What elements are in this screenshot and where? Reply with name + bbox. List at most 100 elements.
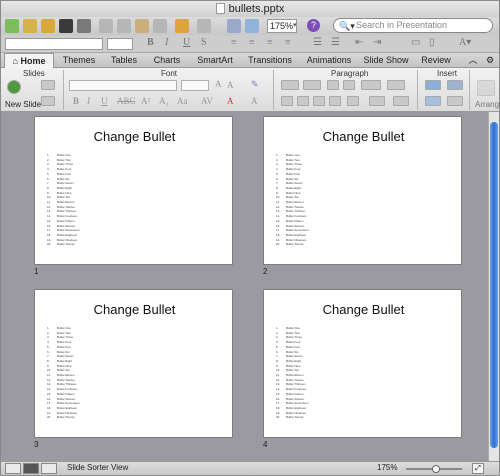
ribbon-increase-indent-icon[interactable] [343,80,355,90]
slide-title: Change Bullet [93,129,176,144]
slide-thumbnail-3[interactable]: Change Bullet 1. Bullet One 2. Bullet Two 3.… [34,289,233,438]
bullet-text: Bullet Twenty [57,242,75,247]
tab-review[interactable]: Review [414,53,458,68]
numbering-icon[interactable]: ☰ [331,37,340,48]
help-icon[interactable]: ? [307,19,320,32]
slide-show-view-button[interactable] [41,463,57,474]
zoom-dropdown-icon[interactable]: ▾ [293,19,301,33]
paste-icon[interactable] [135,19,149,33]
slide-thumbnail-1[interactable]: Change Bullet 1. Bullet One 2. Bullet Two 3.… [34,116,233,265]
ribbon-bullets-icon[interactable] [281,80,299,90]
open-folder-icon[interactable] [41,19,55,33]
font-name-field[interactable] [5,38,103,50]
line-spacing-icon[interactable] [347,96,359,106]
insert-shape-icon[interactable] [425,96,441,106]
character-spacing-icon[interactable]: AV [201,96,213,106]
copy-icon[interactable] [117,19,131,33]
align-left-icon[interactable]: ≡ [231,37,237,48]
italic-icon[interactable]: I [165,37,168,48]
ribbon-bold-icon[interactable]: B [73,96,79,106]
new-presentation-icon[interactable] [5,19,19,33]
ribbon-underline-icon[interactable]: U [101,96,108,106]
strikethrough-icon[interactable]: ABC [117,96,136,106]
insert-text-box-icon[interactable] [425,80,441,90]
slide-thumbnail-4[interactable]: Change Bullet 1. Bullet One 2. Bullet Two 3.… [263,289,462,438]
decrease-indent-icon[interactable]: ⇤ [355,37,363,48]
align-text-icon[interactable] [369,96,385,106]
save-icon[interactable] [59,19,73,33]
layout-icon[interactable] [41,80,55,90]
tab-home[interactable]: ⌂ Home [4,53,54,68]
ribbon-justify-icon[interactable] [329,96,341,106]
underline-icon[interactable]: U [183,37,190,48]
bullet-text: Bullet Twenty [57,415,75,420]
increase-indent-icon[interactable]: ⇥ [373,37,381,48]
superscript-icon[interactable]: A² [141,96,150,106]
normal-view-button[interactable] [5,463,21,474]
collapse-ribbon-icon[interactable]: ︿ [467,53,479,68]
ribbon-decrease-indent-icon[interactable] [327,80,339,90]
ribbon-italic-icon[interactable]: I [87,96,90,106]
search-field[interactable]: 🔍▾ Search in Presentation [333,18,493,33]
fit-to-window-button[interactable]: ⤢ [472,463,484,474]
text-box-icon[interactable]: ▭ [411,37,420,48]
insert-picture-icon[interactable] [447,80,463,90]
ribbon-font-color-icon[interactable]: A [227,96,234,106]
arrange-icon[interactable] [477,80,495,96]
tab-tables[interactable]: Tables [104,53,144,68]
redo-icon[interactable] [197,19,211,33]
bold-icon[interactable]: B [147,37,154,48]
section-icon[interactable] [41,96,55,106]
slide-thumbnail-2[interactable]: Change Bullet 1. Bullet One 2. Bullet Two 3.… [263,116,462,265]
font-color-icon[interactable]: A▾ [459,37,471,48]
slide-sorter-view-button[interactable] [23,463,39,474]
justify-icon[interactable]: ≡ [285,37,291,48]
ribbon-align-left-icon[interactable] [281,96,293,106]
zoom-slider-knob[interactable] [432,465,440,473]
text-direction-icon[interactable] [361,80,381,90]
columns-icon[interactable] [387,80,405,90]
arrange-label[interactable]: Arrang [475,100,499,109]
ribbon-numbering-icon[interactable] [303,80,321,90]
text-effects-icon[interactable]: A [251,96,258,106]
ribbon-font-size-field[interactable] [181,80,209,91]
cut-icon[interactable] [99,19,113,33]
convert-smartart-icon[interactable] [393,96,409,106]
grow-font-icon[interactable]: A [215,79,222,89]
highlight-icon[interactable]: ▯ [429,37,435,48]
bullet-text: Bullet Nine [57,190,72,195]
tab-slide-show[interactable]: Slide Show [361,53,411,68]
font-size-field[interactable] [107,38,133,50]
insert-media-icon[interactable] [447,96,463,106]
toolbox-icon[interactable] [245,19,259,33]
bullet-text: Bullet Twelve [57,377,75,382]
tab-charts[interactable]: Charts [147,53,187,68]
shrink-font-icon[interactable]: A [227,80,234,90]
subscript-icon[interactable]: A₂ [159,96,169,106]
align-center-icon[interactable]: ≡ [249,37,255,48]
shadow-icon[interactable]: S [201,37,207,48]
slide-sorter[interactable]: Change Bullet 1. Bullet One 2. Bullet Two 3.… [1,112,488,461]
ribbon-font-name-field[interactable] [69,80,177,91]
print-icon[interactable] [77,19,91,33]
gallery-icon[interactable] [23,19,37,33]
clear-formatting-icon[interactable]: ✎ [251,79,259,90]
slide-layout-icon[interactable] [227,19,241,33]
undo-icon[interactable] [175,19,189,33]
align-right-icon[interactable]: ≡ [267,37,273,48]
vertical-scrollbar[interactable] [488,112,499,461]
bullet-list: 1. Bullet One 2. Bullet Two 3. Bullet Three 4.… [47,153,80,247]
scrollbar-thumb[interactable] [490,122,498,448]
ribbon-align-center-icon[interactable] [297,96,309,106]
tab-animations[interactable]: Animations [300,53,358,68]
ribbon-align-right-icon[interactable] [313,96,325,106]
ribbon-options-icon[interactable]: ⚙ [483,53,497,68]
change-case-icon[interactable]: Aa [177,96,188,106]
bullet-text: Bullet Seven [286,354,303,359]
bullets-icon[interactable]: ☰ [313,37,322,48]
tab-themes[interactable]: Themes [57,53,101,68]
format-painter-icon[interactable] [153,19,167,33]
tab-smartart[interactable]: SmartArt [190,53,240,68]
tab-transitions[interactable]: Transitions [243,53,297,68]
group-label-paragraph: Paragraph [331,69,369,78]
